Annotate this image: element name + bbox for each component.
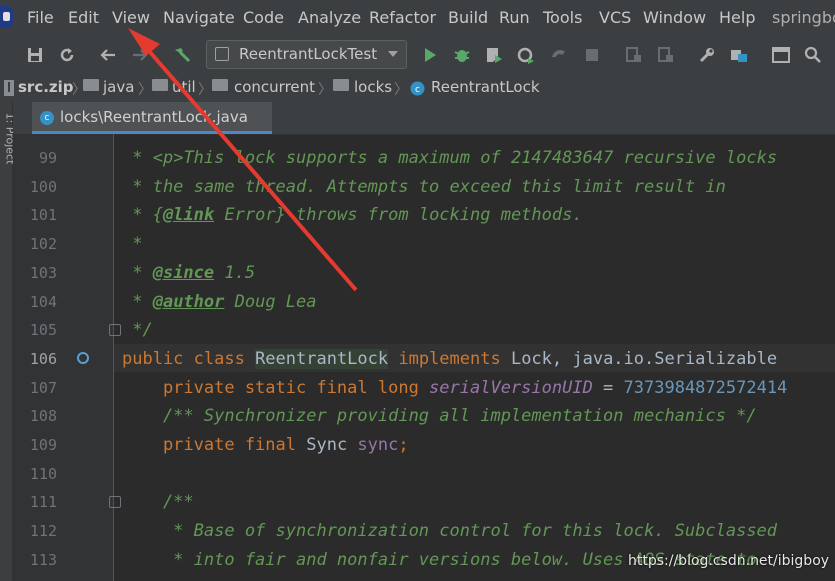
menu-navigate[interactable]: Navigate	[163, 8, 235, 28]
tab-reentrantlock-java[interactable]: c locks\ReentrantLock.java	[32, 102, 272, 134]
app-logo-icon	[0, 6, 13, 28]
menu-refactor[interactable]: Refactor	[369, 8, 436, 28]
back-arrow-icon[interactable]	[98, 45, 118, 65]
code-line-105: */	[122, 320, 153, 340]
code-line-106: public class ReentrantLock implements Lo…	[122, 349, 778, 369]
vcs-update-icon[interactable]	[624, 45, 644, 65]
folder-icon	[333, 79, 349, 91]
watermark-text: https://blog.csdn.net/ibigboy	[628, 553, 830, 569]
menu-help[interactable]: Help	[719, 8, 755, 28]
tab-label: locks\ReentrantLock.java	[60, 108, 248, 126]
menu-window[interactable]: Window	[643, 8, 706, 28]
search-icon[interactable]	[803, 45, 823, 65]
folder-icon	[83, 79, 99, 91]
menu-run[interactable]: Run	[499, 8, 530, 28]
run-configuration-select[interactable]: ReentrantLockTest	[206, 40, 407, 69]
class-icon: c	[40, 111, 54, 125]
breadcrumb-separator-icon: 〉	[394, 82, 408, 98]
menu-build[interactable]: Build	[448, 8, 488, 28]
line-number: 108	[29, 407, 57, 425]
vcs-commit-icon[interactable]	[656, 45, 676, 65]
project-title: springbo	[772, 8, 835, 27]
line-number: 105	[29, 321, 57, 339]
code-line-99: * <p>This lock supports a maximum of 214…	[122, 148, 778, 168]
breadcrumb-reentrantlock[interactable]: ReentrantLock	[431, 77, 540, 97]
breadcrumb-separator-icon: 〉	[318, 82, 332, 98]
breadcrumb-src-zip[interactable]: src.zip	[18, 77, 74, 97]
line-number: 113	[29, 551, 57, 569]
class-icon: c	[410, 81, 425, 96]
main-toolbar: ReentrantLockTest	[0, 36, 835, 75]
run-icon[interactable]	[420, 45, 440, 65]
run-config-icon	[215, 47, 229, 61]
editor-tab-bar: c locks\ReentrantLock.java	[13, 102, 835, 135]
save-all-icon[interactable]	[25, 45, 45, 65]
coverage-icon[interactable]	[484, 45, 504, 65]
terminal-icon[interactable]	[771, 45, 791, 65]
code-line-109: private final Sync sync;	[122, 435, 409, 455]
line-number: 104	[29, 293, 57, 311]
menu-analyze[interactable]: Analyze	[298, 8, 361, 28]
profile-icon[interactable]	[516, 45, 536, 65]
breadcrumb-separator-icon: 〉	[198, 82, 212, 98]
line-number: 100	[29, 178, 57, 196]
project-structure-icon[interactable]	[729, 45, 749, 65]
folder-icon	[152, 79, 168, 91]
line-number: 111	[29, 493, 57, 511]
line-number: 107	[29, 379, 57, 397]
breadcrumb-locks[interactable]: locks	[354, 77, 392, 97]
code-line-102: *	[122, 234, 143, 254]
code-line-104: * @author Doug Lea	[122, 292, 317, 312]
attach-icon[interactable]	[548, 45, 568, 65]
svg-text:c: c	[415, 85, 420, 95]
implements-marker-icon[interactable]	[77, 352, 89, 364]
forward-arrow-icon[interactable]	[130, 45, 150, 65]
line-number: 101	[29, 206, 57, 224]
menu-file[interactable]: File	[27, 8, 54, 28]
breadcrumb-separator-icon: 〉	[138, 82, 152, 98]
menu-tools[interactable]: Tools	[543, 8, 582, 28]
code-line-112: * Base of synchronization control for th…	[122, 521, 778, 541]
menu-bar: File Edit View Navigate Code Analyze Ref…	[0, 0, 835, 36]
line-number: 112	[29, 522, 57, 540]
sync-icon[interactable]	[57, 45, 77, 65]
line-number: 103	[29, 264, 57, 282]
run-config-label: ReentrantLockTest	[239, 45, 378, 63]
code-line-111: /**	[122, 492, 194, 512]
line-number: 99	[38, 149, 57, 167]
code-line-100: * the same thread. Attempts to exceed th…	[122, 177, 726, 197]
current-line-number: 106	[29, 350, 57, 368]
tool-window-strip: 1: Project	[0, 102, 16, 581]
menu-view[interactable]: View	[112, 8, 150, 28]
settings-wrench-icon[interactable]	[697, 45, 717, 65]
build-hammer-icon[interactable]	[172, 45, 192, 65]
stop-icon[interactable]	[582, 45, 602, 65]
code-line-108: /** Synchronizer providing all implement…	[122, 406, 757, 426]
code-line-107: private static final long serialVersionU…	[122, 378, 788, 398]
line-number: 110	[29, 465, 57, 483]
folder-icon	[212, 79, 228, 91]
code-line-101: * {@link Error} throws from locking meth…	[122, 205, 583, 225]
menu-code[interactable]: Code	[243, 8, 284, 28]
menu-vcs[interactable]: VCS	[599, 8, 631, 28]
menu-edit[interactable]: Edit	[68, 8, 99, 28]
code-editor[interactable]: * <p>This lock supports a maximum of 214…	[114, 134, 835, 581]
zip-archive-icon	[4, 80, 14, 96]
breadcrumb-concurrent[interactable]: concurrent	[234, 77, 315, 97]
line-number-gutter[interactable]: 99 100 101 102 103 104 105 106 107 108 1…	[13, 134, 121, 581]
line-number: 109	[29, 436, 57, 454]
code-line-103: * @since 1.5	[122, 263, 256, 283]
line-number: 102	[29, 235, 57, 253]
breadcrumb-java[interactable]: java	[103, 77, 134, 97]
navigation-breadcrumb: src.zip 〉 java 〉 util 〉 concurrent 〉 loc…	[0, 74, 835, 102]
breadcrumb-util[interactable]: util	[172, 77, 196, 97]
debug-icon[interactable]	[452, 45, 472, 65]
chevron-down-icon	[388, 51, 398, 57]
